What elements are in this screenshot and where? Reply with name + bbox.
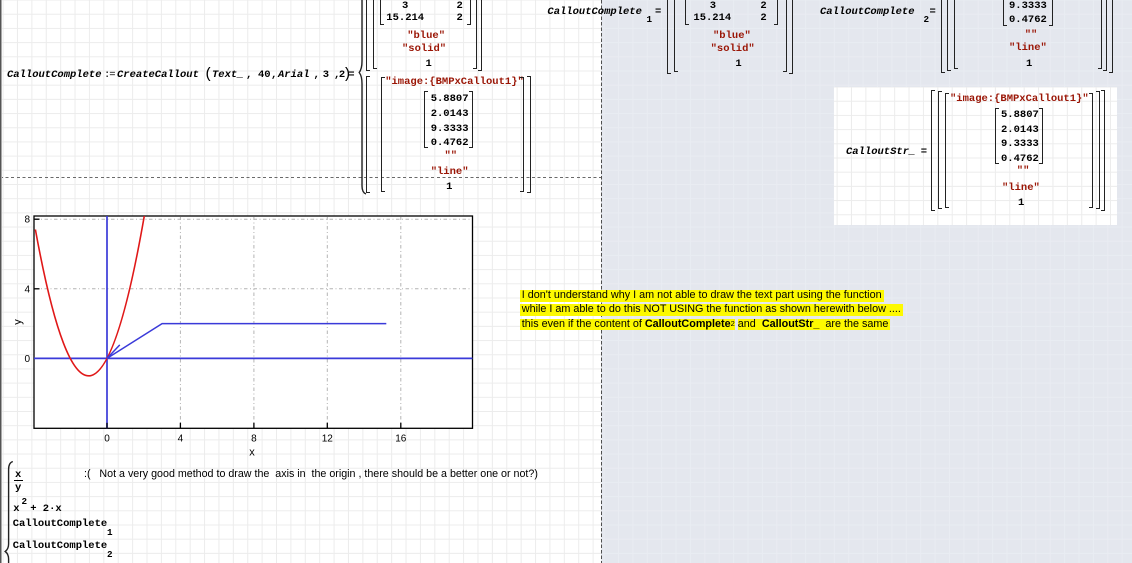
svg-text:0: 0: [104, 433, 110, 444]
svg-text:4: 4: [178, 433, 184, 444]
svg-text:12: 12: [322, 433, 334, 444]
svg-text:0: 0: [24, 354, 30, 365]
svg-text:16: 16: [395, 433, 407, 444]
svg-text:y: y: [12, 319, 24, 325]
svg-text:x: x: [249, 447, 255, 459]
svg-text:4: 4: [24, 284, 30, 295]
svg-text:8: 8: [24, 215, 30, 226]
svg-text:8: 8: [251, 433, 257, 444]
